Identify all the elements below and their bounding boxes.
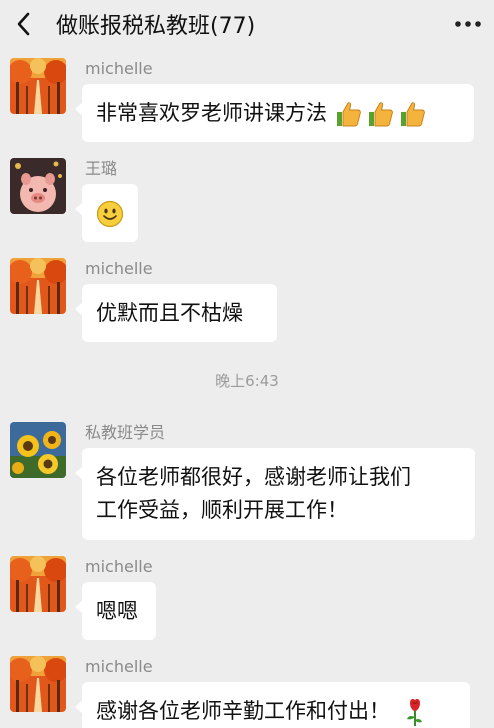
thumbs-up-icon [368, 102, 393, 127]
thumbs-up-icon [400, 102, 425, 127]
sender-name: michelle [85, 557, 153, 576]
autumn-trees-avatar[interactable] [10, 58, 66, 114]
message-text: 各位老师都很好，感谢老师让我们 工作受益，顺利开展工作！ [96, 465, 411, 522]
message-text: 感谢各位老师辛勤工作和付出！ [96, 699, 390, 723]
more-dots-icon [455, 21, 481, 27]
time-divider: 晚上6:43 [215, 372, 279, 390]
message-bubble[interactable]: 非常喜欢罗老师讲课方法 [75, 84, 474, 142]
message-bubble[interactable] [75, 184, 138, 242]
message-bubble[interactable]: 嗯嗯 [75, 582, 156, 640]
back-button[interactable] [0, 0, 48, 48]
chat-title: 做账报税私教班(77) [56, 14, 256, 39]
chat-message-list[interactable]: michelle 非常喜欢罗老师讲课方法 王璐 michelle 优默而且不枯燥… [0, 48, 494, 728]
more-button[interactable] [452, 10, 484, 38]
sender-name: michelle [85, 59, 153, 78]
smile-face-icon [96, 200, 124, 228]
message-bubble[interactable]: 各位老师都很好，感谢老师让我们 工作受益，顺利开展工作！ [75, 448, 475, 540]
sender-name: 王璐 [85, 159, 118, 178]
sender-name: michelle [85, 657, 153, 676]
sender-name: 私教班学员 [85, 423, 166, 442]
message-text: 优默而且不枯燥 [96, 301, 243, 325]
message-text: 非常喜欢罗老师讲课方法 [96, 101, 327, 125]
thumbs-up-icon [336, 102, 361, 127]
autumn-trees-avatar[interactable] [10, 656, 66, 712]
pig-avatar[interactable] [10, 158, 66, 214]
chevron-left-icon [17, 12, 30, 36]
message-bubble[interactable]: 感谢各位老师辛勤工作和付出！ [75, 682, 470, 728]
message-text: 嗯嗯 [96, 599, 138, 623]
sunflower-avatar[interactable] [10, 422, 66, 478]
message-bubble[interactable]: 优默而且不枯燥 [75, 284, 277, 342]
rose-icon [406, 699, 422, 726]
sender-name: michelle [85, 259, 153, 278]
autumn-trees-avatar[interactable] [10, 258, 66, 314]
autumn-trees-avatar[interactable] [10, 556, 66, 612]
chat-header: 做账报税私教班(77) [0, 0, 494, 48]
